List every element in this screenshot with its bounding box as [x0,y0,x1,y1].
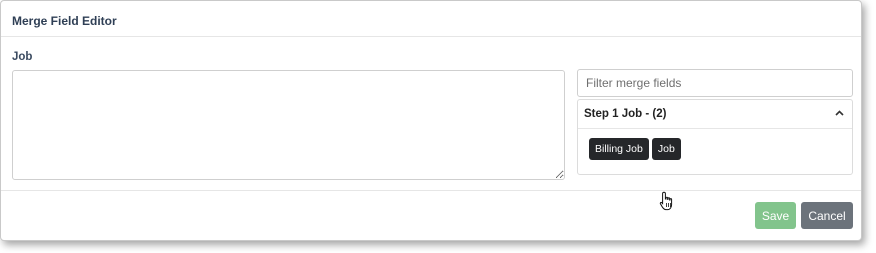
group-title: Step 1 Job - (2) [584,108,667,120]
save-button[interactable]: Save [755,202,796,229]
merge-field-chip-list: Billing Job Job [578,129,852,160]
chevron-up-icon[interactable] [835,109,844,119]
merge-field-chip-billing-job[interactable]: Billing Job [589,138,649,160]
job-field-label: Job [12,51,33,63]
group-header-toggle[interactable]: Step 1 Job - (2) [578,100,852,129]
job-editor-textarea[interactable] [12,70,565,180]
dialog-footer: Save Cancel [1,191,861,240]
merge-field-group-panel: Step 1 Job - (2) Billing Job Job [577,99,853,175]
dialog-header: Merge Field Editor [1,1,861,37]
dialog-body: Job Step 1 Job - (2) Billing Job Job [1,37,861,211]
filter-merge-fields-input[interactable] [577,69,853,97]
merge-field-editor-dialog: Merge Field Editor Job Step 1 Job - (2) … [0,0,862,241]
dialog-title: Merge Field Editor [12,14,117,28]
merge-field-chip-job[interactable]: Job [651,138,681,160]
cancel-button[interactable]: Cancel [801,202,853,229]
